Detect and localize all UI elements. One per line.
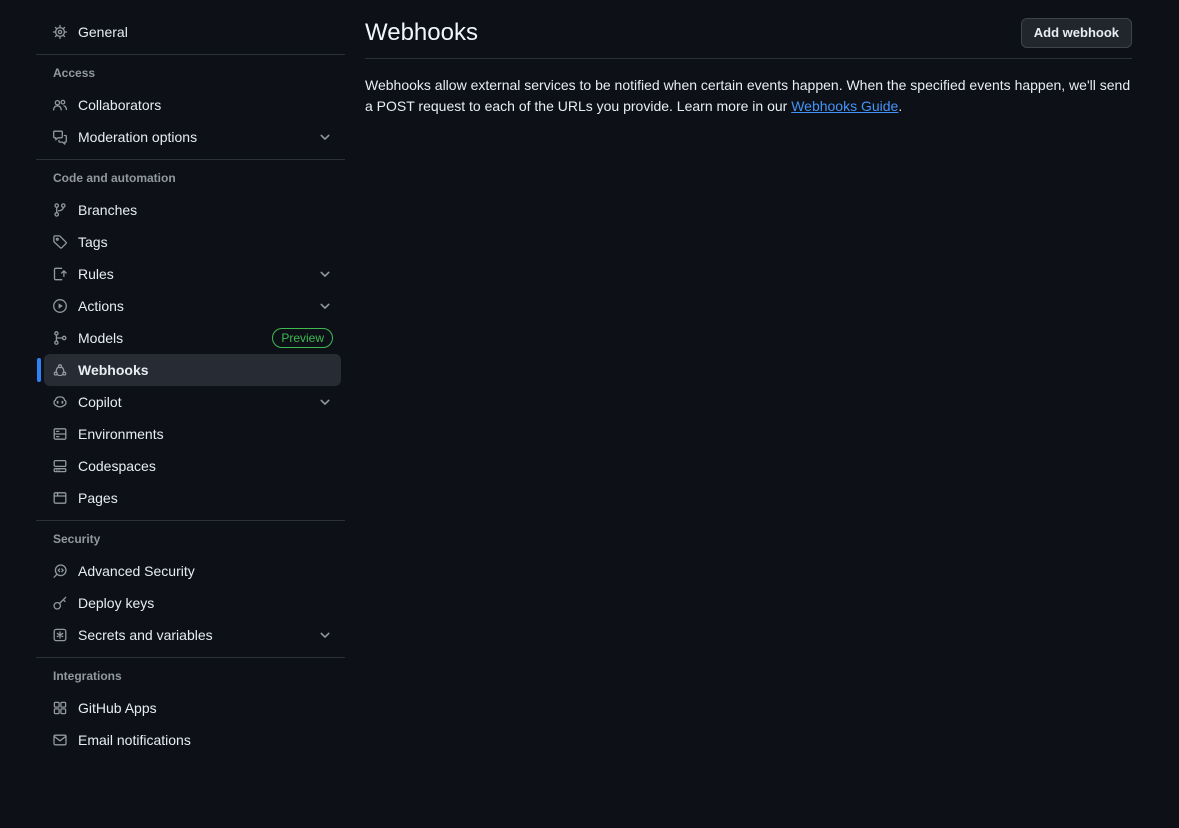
sidebar-item-email-notifications[interactable]: Email notifications [44,724,341,756]
sidebar-item-label: Actions [78,298,124,314]
sidebar-item-tags[interactable]: Tags [44,226,341,258]
sidebar-item-label: General [78,24,128,40]
sidebar-section-code-and-automation: Code and automation Branches Tags Rules [44,160,341,514]
chevron-down-icon [317,298,333,314]
sidebar-item-deploy-keys[interactable]: Deploy keys [44,587,341,619]
main-content: Webhooks Add webhook Webhooks allow exte… [365,0,1132,117]
codespaces-icon [52,458,68,474]
webhooks-description: Webhooks allow external services to be n… [365,75,1132,117]
sidebar-item-label: Secrets and variables [78,627,213,643]
sidebar-item-label: Collaborators [78,97,161,113]
webhooks-guide-link[interactable]: Webhooks Guide [791,98,898,114]
sidebar-item-label: Email notifications [78,732,191,748]
copilot-icon [52,394,68,410]
key-asterisk-icon [52,627,68,643]
chevron-down-icon [317,627,333,643]
chevron-down-icon [317,394,333,410]
sidebar-section-general: General [44,16,341,48]
ai-model-icon [52,330,68,346]
sidebar-item-label: Deploy keys [78,595,154,611]
comment-discussion-icon [52,129,68,145]
sidebar-section-security: Security Advanced Security Deploy keys S… [44,521,341,651]
sidebar-item-label: GitHub Apps [78,700,157,716]
play-icon [52,298,68,314]
sidebar-item-label: Codespaces [78,458,156,474]
sidebar-section-access: Access Collaborators Moderation options [44,55,341,153]
sidebar-item-label: Copilot [78,394,122,410]
chevron-down-icon [317,266,333,282]
sidebar-item-label: Models [78,330,123,346]
sidebar-item-actions[interactable]: Actions [44,290,341,322]
gear-icon [52,24,68,40]
key-icon [52,595,68,611]
sidebar-item-branches[interactable]: Branches [44,194,341,226]
sidebar-item-label: Tags [78,234,108,250]
settings-sidebar: General Access Collaborators Moderation … [0,0,348,828]
sidebar-item-moderation-options[interactable]: Moderation options [44,121,341,153]
sidebar-item-label: Advanced Security [78,563,195,579]
sidebar-item-label: Moderation options [78,129,197,145]
description-period: . [898,98,902,114]
sidebar-item-label: Branches [78,202,137,218]
apps-icon [52,700,68,716]
add-webhook-button[interactable]: Add webhook [1021,18,1132,48]
chevron-down-icon [317,129,333,145]
sidebar-item-models[interactable]: Models Preview [44,322,341,354]
sidebar-section-integrations: Integrations GitHub Apps Email notificat… [44,658,341,756]
sidebar-item-github-apps[interactable]: GitHub Apps [44,692,341,724]
sidebar-item-copilot[interactable]: Copilot [44,386,341,418]
page-header: Webhooks Add webhook [365,0,1132,59]
rules-icon [52,266,68,282]
sidebar-item-label: Pages [78,490,118,506]
sidebar-item-label: Webhooks [78,362,149,378]
sidebar-item-general[interactable]: General [44,16,341,48]
mail-icon [52,732,68,748]
sidebar-item-rules[interactable]: Rules [44,258,341,290]
sidebar-item-advanced-security[interactable]: Advanced Security [44,555,341,587]
sidebar-item-label: Rules [78,266,114,282]
server-icon [52,426,68,442]
codescan-icon [52,563,68,579]
sidebar-section-header-access: Access [44,55,341,89]
sidebar-item-collaborators[interactable]: Collaborators [44,89,341,121]
sidebar-item-secrets-and-variables[interactable]: Secrets and variables [44,619,341,651]
sidebar-item-pages[interactable]: Pages [44,482,341,514]
people-icon [52,97,68,113]
git-branch-icon [52,202,68,218]
tag-icon [52,234,68,250]
sidebar-item-label: Environments [78,426,164,442]
description-text: Webhooks allow external services to be n… [365,77,1130,114]
preview-badge: Preview [272,328,333,348]
sidebar-item-webhooks[interactable]: Webhooks [44,354,341,386]
page-title: Webhooks [365,18,478,48]
browser-icon [52,490,68,506]
sidebar-item-codespaces[interactable]: Codespaces [44,450,341,482]
sidebar-section-header-integrations: Integrations [44,658,341,692]
sidebar-section-header-code-and-automation: Code and automation [44,160,341,194]
webhook-icon [52,362,68,378]
sidebar-section-header-security: Security [44,521,341,555]
sidebar-item-environments[interactable]: Environments [44,418,341,450]
